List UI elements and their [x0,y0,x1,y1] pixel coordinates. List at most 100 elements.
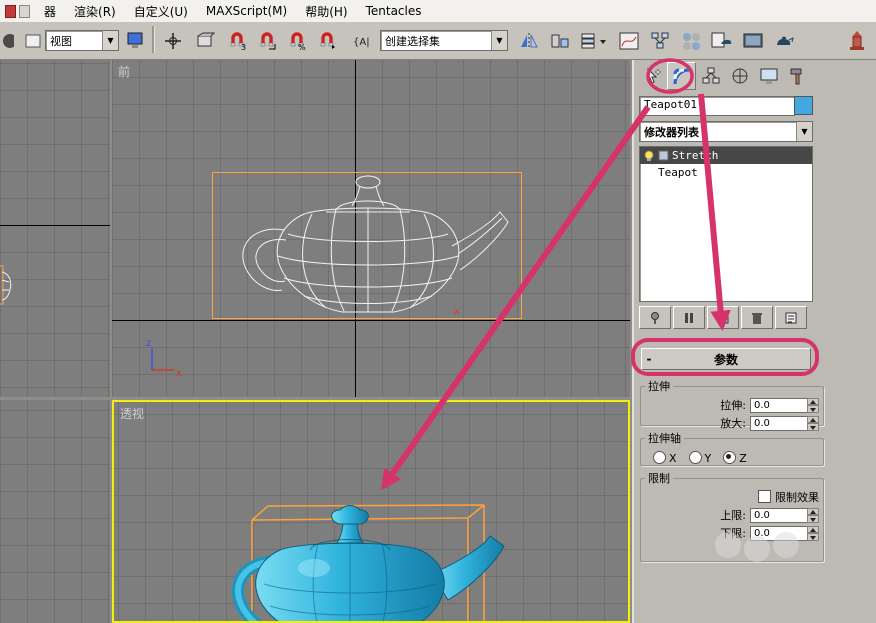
stack-item-stretch[interactable]: Stretch [640,147,812,164]
chevron-down-icon[interactable]: ▼ [491,31,507,50]
menu-item-tentacles[interactable]: Tentacles [357,4,431,18]
spinner-up-arrow[interactable] [807,525,819,533]
chevron-down-icon[interactable]: ▼ [102,31,118,50]
menu-item-customize[interactable]: 自定义(U) [125,3,197,20]
tab-motion[interactable] [725,62,754,90]
lower-limit-spinner: 0.0 [750,525,819,541]
object-color-swatch[interactable] [794,96,813,115]
snap-toggle-button[interactable]: 3 [222,26,251,55]
render-setup-button[interactable] [707,26,736,55]
viewport-left-top[interactable] [0,60,110,397]
material-editor-icon [682,32,700,50]
tab-display[interactable] [754,62,783,90]
svg-text:3: 3 [241,43,246,51]
tab-modify[interactable] [667,62,696,90]
pin-stack-button[interactable] [639,306,671,329]
viewport-perspective[interactable]: 透视 [112,400,630,623]
command-panel-tabs [638,62,812,90]
view-dropdown-value: 视图 [50,34,72,48]
tab-utilities[interactable] [783,62,812,90]
menu-item-rendering[interactable]: 渲染(R) [65,3,125,20]
stretch-spinner: 0.0 [750,397,819,413]
magnet-spinner-icon [320,31,335,49]
stretch-value[interactable]: 0.0 [750,397,807,413]
display-tab-icon [760,68,777,84]
stack-item-teapot[interactable]: Teapot [640,164,812,181]
upper-limit-value[interactable]: 0.0 [750,507,807,523]
menu-item-help[interactable]: 帮助(H) [296,3,356,20]
tripod-z-label: z [146,338,151,349]
remove-modifier-button[interactable] [741,306,773,329]
named-selection-icon: {A| [353,37,370,48]
tab-hierarchy[interactable] [696,62,725,90]
trash-icon [752,312,762,324]
tab-create[interactable] [638,62,667,90]
chevron-down-icon[interactable]: ▼ [796,122,812,141]
tripod-x-label: x [176,368,182,379]
modifier-list-dropdown[interactable]: 修改器列表 ▼ [639,121,813,142]
view-dropdown[interactable]: 视图 ▼ [45,30,119,51]
teapot-wireframe[interactable] [208,168,523,328]
axis-x-radio[interactable]: X [653,451,677,465]
spinner-up-arrow[interactable] [807,507,819,515]
spinner-up-arrow[interactable] [807,415,819,423]
make-unique-button[interactable] [707,306,739,329]
spinner-up-arrow[interactable] [807,397,819,405]
parameters-rollout-header[interactable]: - 参数 [641,348,811,370]
axis-z-radio[interactable]: Z [723,451,747,465]
show-end-result-button[interactable] [673,306,705,329]
named-selection-set-combo[interactable]: 创建选择集 ▼ [380,30,508,51]
amplify-spinner: 0.0 [750,415,819,431]
teapot-shaded[interactable] [222,498,522,623]
align-button[interactable] [545,26,574,55]
radio-icon-selected [723,451,737,464]
amplify-value[interactable]: 0.0 [750,415,807,431]
viewport-perspective-label: 透视 [120,407,145,421]
magnet-percent-icon: % [290,31,306,51]
render-teapot-icon [776,36,794,45]
configure-modifier-sets-button[interactable] [775,306,807,329]
create-tab-icon [647,67,662,84]
stack-item-label: Stretch [672,149,719,162]
svg-text:{A|: {A| [353,37,370,48]
layer-manager-button[interactable] [576,26,612,55]
viewport-config-button[interactable] [121,26,150,55]
toolbar-icon-generic[interactable] [18,26,47,55]
viewport-left-bottom[interactable] [0,400,110,623]
menu-mini-icons [0,4,35,18]
spinner-down-arrow[interactable] [807,533,819,541]
menu-item-partial[interactable]: 器 [35,3,65,20]
curve-editor-button[interactable] [614,26,643,55]
limit-effect-checkbox[interactable]: 限制效果 [758,489,819,505]
clipped-toolbar-icon[interactable] [0,26,19,55]
percent-snap-button[interactable]: % [282,26,311,55]
menu-item-maxscript[interactable]: MAXScript(M) [197,4,296,18]
lower-limit-value[interactable]: 0.0 [750,525,807,541]
render-setup-icon [711,32,731,47]
edit-named-selections-button[interactable]: {A| [348,26,377,55]
modifier-icon [658,150,669,161]
configure-icon [785,312,797,323]
spinner-snap-button[interactable] [312,26,341,55]
mirror-button[interactable] [514,26,543,55]
spinner-down-arrow[interactable] [807,515,819,523]
stack-item-label: Teapot [658,166,698,179]
object-name-field[interactable]: Teapot01 [639,96,795,116]
select-and-manipulate-button[interactable] [158,26,187,55]
axis-constraint-button[interactable] [842,26,871,55]
angle-snap-button[interactable] [252,26,281,55]
keyboard-shortcut-toggle-button[interactable] [190,26,219,55]
viewport-front[interactable]: 前 x z x [112,60,630,397]
quick-render-button[interactable] [769,26,798,55]
rendered-frame-button[interactable] [738,26,767,55]
lightbulb-icon [644,150,654,161]
rollout-title: 参数 [713,352,738,367]
schematic-view-button[interactable] [645,26,674,55]
radio-icon [653,451,666,464]
layers-icon [581,33,606,48]
spinner-down-arrow[interactable] [807,405,819,413]
axis-y-radio[interactable]: Y [688,451,711,465]
limits-group-label: 限制 [648,472,670,485]
material-editor-button[interactable] [676,26,705,55]
crosshair-icon [164,32,181,49]
